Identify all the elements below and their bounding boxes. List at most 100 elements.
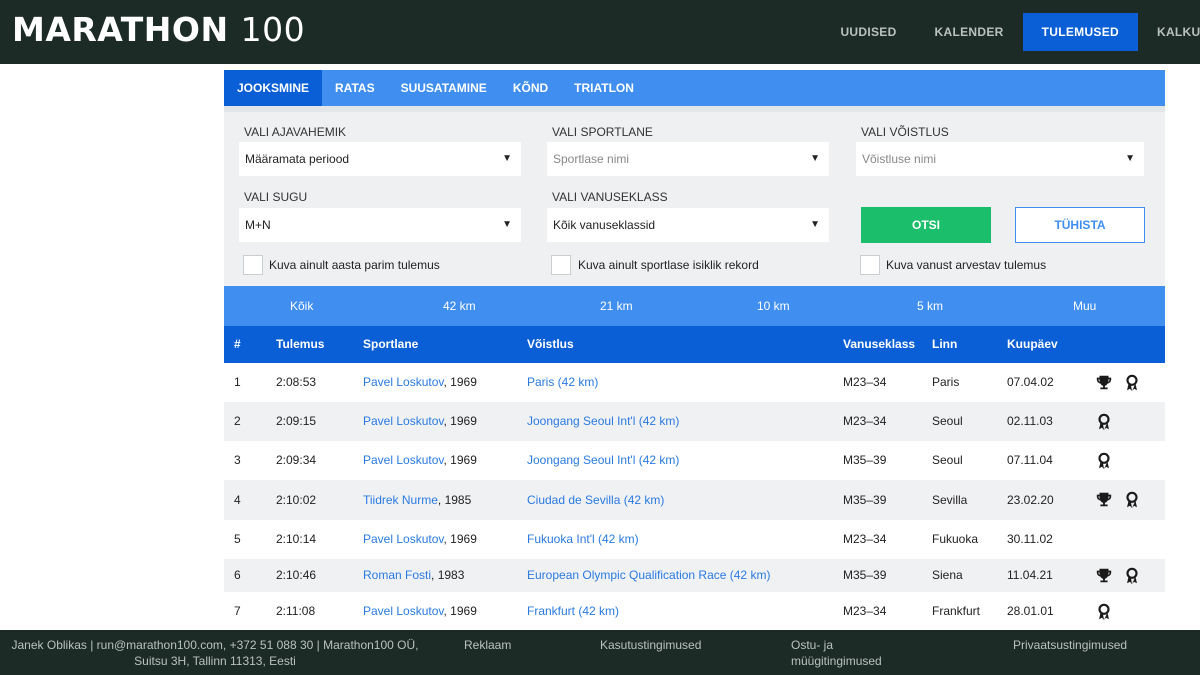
athlete-link[interactable]: Pavel Loskutov <box>363 532 444 546</box>
col-athlete[interactable]: Sportlane <box>363 326 418 363</box>
medal-icon[interactable] <box>1123 567 1141 585</box>
age-graded-label: Kuva vanust arvestav tulemus <box>886 258 1047 272</box>
athlete-birth-year: , 1969 <box>443 604 477 618</box>
table-header: # Tulemus Sportlane Võistlus Vanuseklass… <box>224 326 1165 363</box>
best-of-year-checkbox[interactable] <box>243 255 263 275</box>
race-link[interactable]: Frankfurt (42 km) <box>527 604 619 618</box>
col-date[interactable]: Kuupäev <box>1007 326 1058 363</box>
cell-age-class: M23–34 <box>843 532 887 546</box>
cell-awards <box>1095 363 1141 402</box>
nav-news[interactable]: UUDISED <box>821 13 915 51</box>
footer-terms-link[interactable]: Kasutustingimused <box>600 637 701 653</box>
race-link[interactable]: European Olympic Qualification Race (42 … <box>527 568 770 582</box>
col-race[interactable]: Võistlus <box>527 326 574 363</box>
medal-icon[interactable] <box>1095 603 1113 621</box>
tab-skiing[interactable]: SUUSATAMINE <box>388 70 500 106</box>
tab-running[interactable]: JOOKSMINE <box>224 70 323 106</box>
footer-privacy-link[interactable]: Privaatsustingimused <box>1013 637 1127 653</box>
cell-date: 30.11.02 <box>1007 532 1053 546</box>
nav-calendar[interactable]: KALENDER <box>916 13 1023 51</box>
cell-city: Paris <box>932 375 960 389</box>
cell-date: 28.01.01 <box>1007 604 1054 618</box>
footer-sales-terms-link[interactable]: Ostu- ja müügitingimused <box>791 637 882 669</box>
tab-distance-all[interactable]: Kõik <box>290 286 313 326</box>
race-link[interactable]: Joongang Seoul Int'l (42 km) <box>527 453 679 467</box>
clear-button[interactable]: TÜHISTA <box>1015 207 1145 243</box>
age-graded-checkbox[interactable] <box>860 255 880 275</box>
athlete-link[interactable]: Pavel Loskutov <box>363 453 444 467</box>
trophy-icon[interactable] <box>1095 567 1113 585</box>
athlete-link[interactable]: Tiidrek Nurme <box>363 493 438 507</box>
gender-value: M+N <box>245 218 271 232</box>
cell-city: Seoul <box>932 453 963 467</box>
footer-contact-line2: Suitsu 3H, Tallinn 11313, Eesti <box>134 654 296 668</box>
table-row: 6 2:10:46 M35–39 Siena 11.04.21 Roman Fosti, … <box>224 559 1165 592</box>
cell-date: 07.11.04 <box>1007 453 1053 467</box>
race-link[interactable]: Paris (42 km) <box>527 375 598 389</box>
tab-cycling[interactable]: RATAS <box>322 70 388 106</box>
age-class-select[interactable]: Kõik vanuseklassid ▼ <box>546 207 830 243</box>
cell-city: Seoul <box>932 414 963 428</box>
filter-panel: VALI AJAVAHEMIK Määramata periood ▼ VALI… <box>224 106 1165 286</box>
athlete-select[interactable]: Sportlase nimi ▼ <box>546 141 830 177</box>
trophy-icon[interactable] <box>1095 374 1113 392</box>
col-result[interactable]: Tulemus <box>276 326 324 363</box>
results-panel: JOOKSMINE RATAS SUUSATAMINE KÕND TRIATLO… <box>224 70 1165 631</box>
athlete-birth-year: , 1969 <box>443 453 477 467</box>
table-row: 3 2:09:34 M35–39 Seoul 07.11.04 Pavel Loskuto… <box>224 441 1165 480</box>
medal-icon[interactable] <box>1123 491 1141 509</box>
col-age-class[interactable]: Vanuseklass <box>843 326 915 363</box>
athlete-link[interactable]: Roman Fosti <box>363 568 431 582</box>
trophy-icon[interactable] <box>1095 491 1113 509</box>
tab-distance-other[interactable]: Muu <box>1073 286 1096 326</box>
athlete-birth-year: , 1969 <box>443 414 477 428</box>
period-select[interactable]: Määramata periood ▼ <box>238 141 522 177</box>
cell-result: 2:10:02 <box>276 493 317 507</box>
tab-distance-10km[interactable]: 10 km <box>757 286 790 326</box>
logo[interactable]: MARATHON 100 <box>12 10 305 49</box>
tab-distance-42km[interactable]: 42 km <box>443 286 476 326</box>
dropdown-caret-icon: ▼ <box>502 153 512 164</box>
age-class-label: VALI VANUSEKLASS <box>552 190 668 204</box>
results-table-body: 1 2:08:53 M23–34 Paris 07.04.02 Pavel Loskuto… <box>224 363 1165 631</box>
search-button[interactable]: OTSI <box>861 207 991 243</box>
medal-icon[interactable] <box>1095 452 1113 470</box>
race-link[interactable]: Fukuoka Int'l (42 km) <box>527 532 639 546</box>
nav-results[interactable]: TULEMUSED <box>1022 13 1138 51</box>
cell-race: Joongang Seoul Int'l (42 km) <box>527 441 679 480</box>
cell-age-class: M35–39 <box>843 453 887 467</box>
gender-select[interactable]: M+N ▼ <box>238 207 522 243</box>
cell-rank: 2 <box>234 414 241 428</box>
nav-calculator[interactable]: KALKULA <box>1138 13 1200 51</box>
tab-distance-5km[interactable]: 5 km <box>917 286 943 326</box>
athlete-link[interactable]: Pavel Loskutov <box>363 375 444 389</box>
col-city[interactable]: Linn <box>932 326 957 363</box>
tab-triathlon[interactable]: TRIATLON <box>561 70 647 106</box>
tab-walking[interactable]: KÕND <box>500 70 561 106</box>
cell-result: 2:09:34 <box>276 453 317 467</box>
cell-athlete: Pavel Loskutov, 1969 <box>363 402 477 441</box>
cell-result: 2:11:08 <box>276 604 316 618</box>
best-of-year-label: Kuva ainult aasta parim tulemus <box>269 258 440 272</box>
medal-icon[interactable] <box>1095 413 1113 431</box>
athlete-placeholder: Sportlase nimi <box>553 152 630 166</box>
cell-awards <box>1095 402 1113 441</box>
footer-ads-link[interactable]: Reklaam <box>464 637 511 653</box>
athlete-link[interactable]: Pavel Loskutov <box>363 414 444 428</box>
race-select[interactable]: Võistluse nimi ▼ <box>855 141 1145 177</box>
cell-date: 07.04.02 <box>1007 375 1054 389</box>
personal-record-checkbox[interactable] <box>551 255 571 275</box>
cell-awards <box>1095 441 1113 480</box>
dropdown-caret-icon: ▼ <box>810 219 820 230</box>
top-bar: MARATHON 100 UUDISED KALENDER TULEMUSED … <box>0 0 1200 64</box>
athlete-link[interactable]: Pavel Loskutov <box>363 604 444 618</box>
period-label: VALI AJAVAHEMIK <box>244 125 347 139</box>
cell-awards <box>1095 592 1113 631</box>
race-link[interactable]: Joongang Seoul Int'l (42 km) <box>527 414 679 428</box>
tab-distance-21km[interactable]: 21 km <box>600 286 633 326</box>
footer-contact: Janek Oblikas | run@marathon100.com, +37… <box>0 637 430 669</box>
race-link[interactable]: Ciudad de Sevilla (42 km) <box>527 493 664 507</box>
medal-icon[interactable] <box>1123 374 1141 392</box>
personal-record-label: Kuva ainult sportlase isiklik rekord <box>578 258 759 272</box>
cell-age-class: M23–34 <box>843 375 887 389</box>
